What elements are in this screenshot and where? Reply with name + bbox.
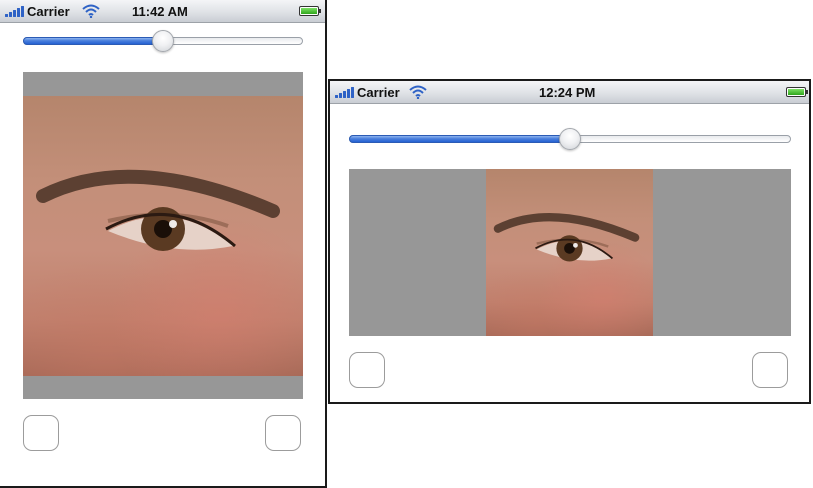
image-view xyxy=(349,169,791,336)
portrait-screen: Carrier 11:42 AM xyxy=(0,0,327,488)
wifi-icon xyxy=(409,85,427,100)
right-square-button[interactable] xyxy=(265,415,301,451)
status-bar: Carrier 11:42 AM xyxy=(0,0,325,23)
status-time: 11:42 AM xyxy=(132,4,188,19)
battery-icon xyxy=(299,6,321,16)
status-bar: Carrier 12:24 PM xyxy=(330,81,809,104)
left-square-button[interactable] xyxy=(349,352,385,388)
carrier-label: Carrier xyxy=(357,85,400,100)
zoom-slider[interactable] xyxy=(23,30,303,52)
carrier-label: Carrier xyxy=(27,4,70,19)
signal-bars-icon xyxy=(5,5,25,17)
status-time: 12:24 PM xyxy=(539,85,596,100)
battery-icon xyxy=(786,87,808,97)
slider-fill xyxy=(349,135,570,143)
eye-photo xyxy=(23,96,303,376)
image-view xyxy=(23,72,303,399)
eye-photo xyxy=(486,169,653,336)
right-square-button[interactable] xyxy=(752,352,788,388)
slider-thumb[interactable] xyxy=(152,30,174,52)
landscape-screen: Carrier 12:24 PM xyxy=(328,79,811,404)
slider-fill xyxy=(23,37,163,45)
zoom-slider[interactable] xyxy=(349,128,791,150)
signal-bars-icon xyxy=(335,86,355,98)
slider-thumb[interactable] xyxy=(559,128,581,150)
left-square-button[interactable] xyxy=(23,415,59,451)
wifi-icon xyxy=(82,4,100,19)
